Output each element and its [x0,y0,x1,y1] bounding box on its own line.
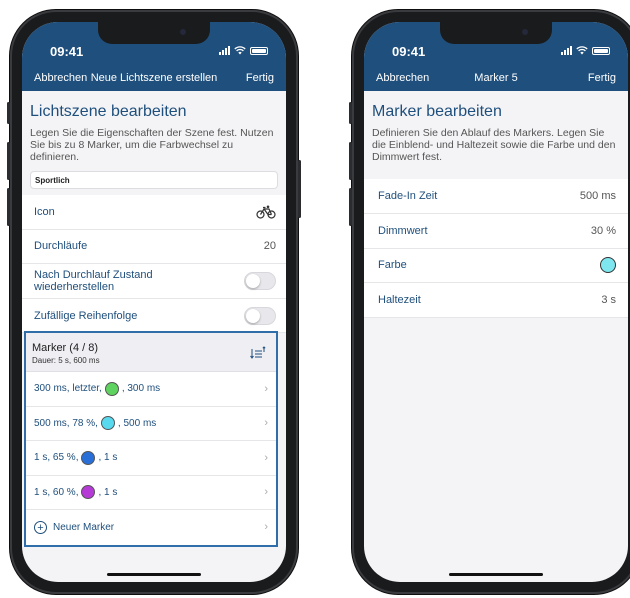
restore-state-row: Nach Durchlauf Zustand wiederherstellen [22,264,286,299]
status-time: 09:41 [392,44,426,59]
color-dot [81,450,96,465]
dimm-row[interactable]: Dimmwert 30 % [364,214,628,249]
phone-right: 09:41 Abbrechen Marker 5 Fertig Marker b… [349,10,630,594]
random-order-toggle[interactable] [244,306,276,325]
restore-state-toggle[interactable] [244,271,276,290]
page-title: Lichtszene bearbeiten [30,103,187,120]
durchlaeufe-value: 20 [263,240,276,253]
notch [98,22,210,44]
fade-in-label: Fade-In Zeit [378,189,438,202]
signal-icon [561,46,572,55]
fade-in-value: 500 ms [579,189,616,202]
done-button[interactable]: Fertig [246,72,274,84]
battery-icon [592,47,610,55]
status-icons [219,46,268,55]
marker-count: Marker (4 / 8) [32,342,99,354]
marker-section: Marker (4 / 8) Dauer: 5 s, 600 ms 300 ms… [24,331,278,547]
icon-row[interactable]: Icon [22,195,286,230]
color-label: Farbe [378,259,407,272]
marker-row-1[interactable]: 300 ms, letzter, , 300 ms › [26,372,276,407]
done-button[interactable]: Fertig [588,72,616,84]
hold-row[interactable]: Haltezeit 3 s [364,283,628,319]
chevron-right-icon: › [264,521,268,534]
phone-left: 09:41 Abbrechen Neue Lichtszene erstelle… [7,10,301,594]
marker-header: Marker (4 / 8) Dauer: 5 s, 600 ms [26,333,276,372]
page-title: Marker bearbeiten [372,103,502,120]
settings-list: Icon Durchläufe 20 Nach Durchlauf Zustan… [22,195,286,334]
chevron-right-icon: › [264,451,268,464]
wifi-icon [234,46,246,55]
marker-row-3[interactable]: 1 s, 65 %, , 1 s › [26,441,276,476]
new-marker-button[interactable]: + Neuer Marker › [26,510,276,545]
chevron-right-icon: › [264,486,268,499]
color-dot [81,485,96,500]
marker-settings-list: Fade-In Zeit 500 ms Dimmwert 30 % Farbe … [364,179,628,319]
wifi-icon [576,46,588,55]
durchlaeufe-label: Durchläufe [34,240,88,253]
hold-value: 3 s [601,294,616,307]
color-swatch[interactable] [600,257,616,274]
nav-bar: Abbrechen Neue Lichtszene erstellen Fert… [22,68,286,88]
random-order-label: Zufällige Reihenfolge [34,309,138,322]
durchlaeufe-row[interactable]: Durchläufe 20 [22,230,286,265]
scene-name-field[interactable]: Sportlich [30,171,278,189]
random-order-row: Zufällige Reihenfolge [22,299,286,334]
bicycle-icon [256,205,276,219]
home-indicator [107,573,201,576]
page-description: Definieren Sie den Ablauf des Markers. L… [372,127,616,163]
signal-icon [219,46,230,55]
screen-right: 09:41 Abbrechen Marker 5 Fertig Marker b… [364,22,628,582]
chevron-right-icon: › [264,382,268,395]
dimm-label: Dimmwert [378,224,428,237]
plus-circle-icon: + [34,520,47,534]
new-marker-label: Neuer Marker [53,521,115,533]
marker-row-4[interactable]: 1 s, 60 %, , 1 s › [26,476,276,510]
content: Marker bearbeiten Definieren Sie den Abl… [364,103,628,319]
color-dot [100,416,115,431]
marker-row-2[interactable]: 500 ms, 78 %, , 500 ms › [26,407,276,441]
marker-duration: Dauer: 5 s, 600 ms [32,356,100,365]
fade-in-row[interactable]: Fade-In Zeit 500 ms [364,179,628,214]
color-dot [104,381,119,396]
color-row[interactable]: Farbe [364,249,628,284]
nav-bar: Abbrechen Marker 5 Fertig [364,68,628,88]
hold-label: Haltezeit [378,294,421,307]
status-time: 09:41 [50,44,84,59]
content: Lichtszene bearbeiten Legen Sie die Eige… [22,103,286,334]
restore-state-label: Nach Durchlauf Zustand wiederherstellen [34,268,153,293]
dimm-value: 30 % [590,224,616,237]
chevron-right-icon: › [264,417,268,430]
home-indicator [449,573,543,576]
page-description: Legen Sie die Eigenschaften der Szene fe… [30,127,274,163]
battery-icon [250,47,268,55]
icon-row-label: Icon [34,205,55,218]
status-icons [561,46,610,55]
notch [440,22,552,44]
sort-icon[interactable] [250,346,266,363]
